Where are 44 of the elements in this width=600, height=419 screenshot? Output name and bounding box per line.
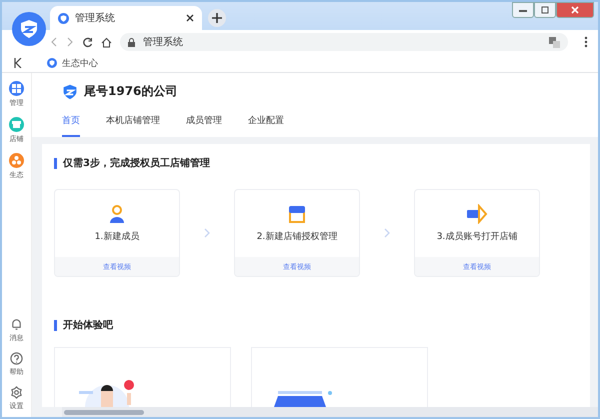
bell-icon xyxy=(10,318,23,331)
browser-tab[interactable]: 管理系统 xyxy=(50,6,202,30)
person-icon xyxy=(107,204,127,224)
close-button[interactable] xyxy=(556,2,594,18)
shield-icon xyxy=(62,84,78,100)
step-label: 3.成员账号打开店铺 xyxy=(436,230,518,243)
translate-icon[interactable] xyxy=(549,36,560,48)
section-title: 仅需3步，完成授权员工店铺管理 xyxy=(54,158,578,169)
chevron-icon xyxy=(384,228,390,238)
shield-icon xyxy=(58,12,69,24)
shield-icon xyxy=(19,19,39,39)
nav-tab[interactable]: 本机店铺管理 xyxy=(106,114,160,137)
settings-icon xyxy=(10,386,23,399)
address-bar[interactable]: 管理系统 xyxy=(120,33,568,51)
minimize-button[interactable] xyxy=(512,2,534,18)
maximize-button[interactable] xyxy=(534,2,556,18)
company-name: 尾号1976的公司 xyxy=(84,83,178,100)
shield-icon xyxy=(47,58,57,68)
nav-tab[interactable]: 成员管理 xyxy=(186,114,222,137)
help-icon xyxy=(10,352,23,365)
home-icon[interactable] xyxy=(101,36,112,48)
circles-icon xyxy=(9,153,24,168)
lock-icon xyxy=(128,38,135,46)
arrow-icon xyxy=(465,204,489,224)
reload-icon[interactable] xyxy=(82,36,93,48)
plus-icon xyxy=(212,13,222,23)
store-icon xyxy=(287,204,307,224)
scrollbar-thumb[interactable] xyxy=(64,410,144,414)
minimize-icon xyxy=(519,7,527,13)
close-icon xyxy=(571,6,579,14)
chevron-icon xyxy=(204,228,210,238)
grid-icon xyxy=(9,81,24,96)
bookmark[interactable]: 生态中心 xyxy=(47,56,98,70)
close-icon[interactable] xyxy=(186,14,194,22)
step-label: 1.新建成员 xyxy=(94,230,140,243)
collapse-icon[interactable] xyxy=(14,58,23,68)
nav-tab[interactable]: 首页 xyxy=(62,114,80,137)
step-label: 2.新建店铺授权管理 xyxy=(256,230,338,243)
maximize-icon xyxy=(541,6,549,14)
new-tab-button[interactable] xyxy=(208,9,226,27)
menu-icon[interactable] xyxy=(584,36,588,48)
nav-tab[interactable]: 企业配置 xyxy=(248,114,284,137)
section-title: 开始体验吧 xyxy=(54,320,578,331)
store-icon xyxy=(9,117,24,132)
